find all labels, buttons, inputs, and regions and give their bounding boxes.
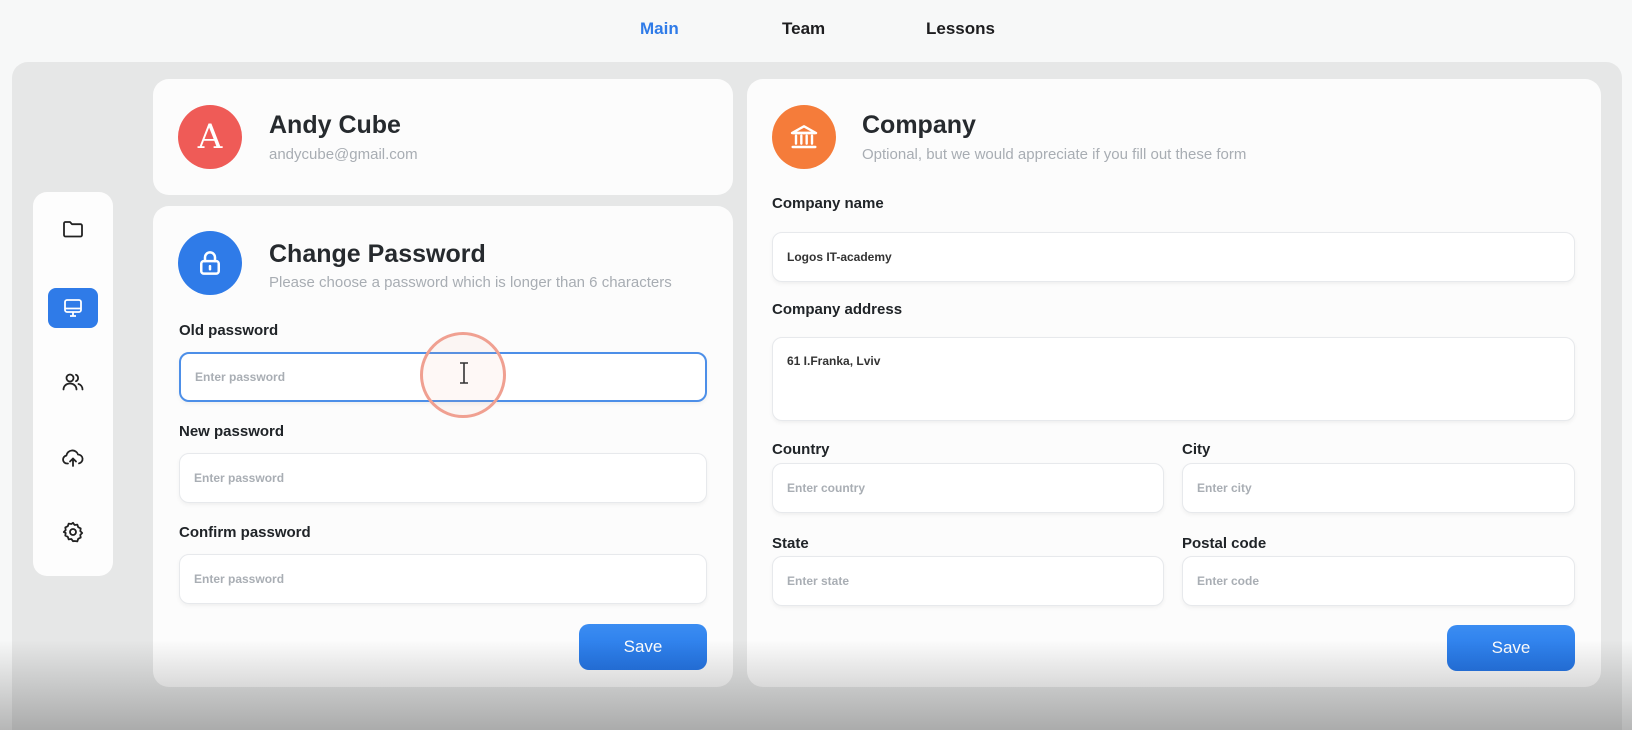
tab-team[interactable]: Team [782, 19, 825, 39]
new-password-input[interactable] [179, 453, 707, 503]
state-label: State [772, 535, 809, 552]
profile-card: A Andy Cube andycube@gmail.com [153, 79, 733, 195]
change-password-subtitle: Please choose a password which is longer… [269, 274, 672, 291]
new-password-label: New password [179, 423, 285, 440]
change-password-card: Change Password Please choose a password… [153, 206, 733, 687]
company-name-input[interactable] [772, 232, 1575, 282]
postal-code-input[interactable] [1182, 556, 1575, 606]
top-nav: Main Team Lessons [0, 0, 1632, 60]
sidebar-item-team[interactable] [48, 362, 98, 402]
sidebar-item-dashboard[interactable] [48, 288, 98, 328]
company-subtitle: Optional, but we would appreciate if you… [862, 146, 1247, 163]
sidebar [33, 192, 113, 576]
company-title: Company [862, 111, 976, 139]
sidebar-item-files[interactable] [48, 209, 98, 249]
monitor-icon [64, 299, 82, 317]
sidebar-item-cloud[interactable] [48, 438, 98, 478]
company-address-input[interactable]: 61 I.Franka, Lviv [772, 337, 1575, 421]
company-address-label: Company address [772, 301, 903, 318]
users-icon [62, 373, 84, 391]
profile-email: andycube@gmail.com [269, 146, 418, 163]
city-input[interactable] [1182, 463, 1575, 513]
gear-icon [62, 521, 84, 543]
sidebar-item-settings[interactable] [48, 512, 98, 552]
avatar-initial: A [197, 117, 223, 157]
tab-lessons[interactable]: Lessons [926, 19, 995, 39]
old-password-label: Old password [179, 322, 279, 339]
city-label: City [1182, 441, 1211, 458]
lock-icon [200, 251, 220, 275]
company-save-button[interactable]: Save [1447, 625, 1575, 671]
state-input[interactable] [772, 556, 1164, 606]
profile-name: Andy Cube [269, 111, 401, 139]
cloud-upload-icon [62, 449, 84, 467]
company-badge [772, 105, 836, 169]
avatar: A [178, 105, 242, 169]
lock-badge [178, 231, 242, 295]
country-label: Country [772, 441, 830, 458]
old-password-input[interactable] [179, 352, 707, 402]
bank-icon [790, 125, 818, 149]
change-password-title: Change Password [269, 240, 486, 268]
company-card: Company Optional, but we would appreciat… [747, 79, 1601, 687]
company-name-label: Company name [772, 195, 884, 212]
tab-main[interactable]: Main [640, 19, 679, 39]
confirm-password-label: Confirm password [179, 524, 311, 541]
country-input[interactable] [772, 463, 1164, 513]
folder-icon [63, 221, 83, 238]
confirm-password-input[interactable] [179, 554, 707, 604]
postal-code-label: Postal code [1182, 535, 1267, 552]
password-save-button[interactable]: Save [579, 624, 707, 670]
